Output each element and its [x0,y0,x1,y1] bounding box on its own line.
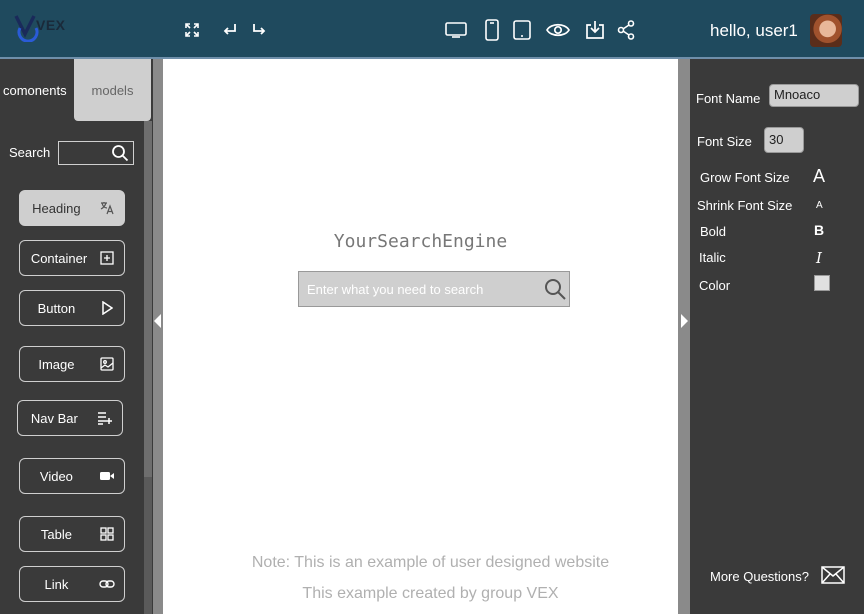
search-icon[interactable] [111,144,129,167]
component-table-button[interactable]: Table [19,516,125,552]
component-heading-button[interactable]: Heading [19,190,125,226]
search-label: Search [9,145,51,160]
font-name-input[interactable]: Mnoaco [769,84,859,107]
user-greeting: hello, user1 [710,21,798,40]
font-size-label: Font Size [697,134,752,149]
left-panel-collapse-bar[interactable] [153,59,163,614]
user-avatar[interactable] [810,14,842,47]
components-panel: comonents models Search Heading Containe… [0,59,153,614]
search-icon[interactable] [543,277,567,306]
download-icon[interactable] [583,18,607,42]
tablet-icon[interactable] [510,18,534,42]
component-label: Nav Bar [30,410,78,426]
redo-icon[interactable] [247,18,271,42]
component-label: Video [39,468,73,484]
fullscreen-icon[interactable] [180,18,204,42]
more-questions-link[interactable]: More Questions? [710,569,809,584]
scrollbar-thumb[interactable] [144,121,152,477]
preview-icon[interactable] [546,18,570,42]
share-icon[interactable] [614,18,638,42]
list-add-icon [96,409,114,427]
component-image-button[interactable]: Image [19,346,125,382]
shrink-font-icon[interactable]: A [816,200,823,211]
credit-text: This example created by group VEX [302,585,559,602]
tab-components[interactable]: comonents [0,59,74,121]
component-container-button[interactable]: Container [19,240,125,276]
font-name-label: Font Name [696,91,761,106]
note-text: Note: This is an example of user designe… [251,554,610,571]
bold-icon[interactable]: B [814,222,824,238]
design-canvas[interactable]: YourSearchEngine Enter what you need to … [163,59,678,614]
image-icon [98,355,116,373]
component-label: Link [44,576,69,592]
component-search-input[interactable] [58,141,134,165]
video-icon [98,467,116,485]
bold-label: Bold [700,224,727,239]
grow-font-size-label: Grow Font Size [700,170,790,185]
mobile-icon[interactable] [480,18,504,42]
top-bar: VEX hello, user1 [0,0,864,59]
collapse-left-arrow-icon[interactable] [154,314,161,328]
color-label: Color [699,278,731,293]
grow-font-icon[interactable]: A [813,166,825,187]
color-swatch[interactable] [814,275,830,291]
component-label: Image [38,356,75,372]
grid-plus-icon [98,249,116,267]
canvas-heading[interactable]: YourSearchEngine [163,231,678,252]
right-panel-collapse-bar[interactable] [678,59,690,614]
italic-label: Italic [699,250,726,265]
component-label: Button [37,300,76,316]
properties-panel: Font Name Mnoaco Font Size 30 Grow Font … [690,59,864,614]
font-size-input[interactable]: 30 [764,127,804,153]
vex-logo[interactable]: VEX [12,12,72,46]
component-navbar-button[interactable]: Nav Bar [17,400,123,436]
play-icon [98,299,116,317]
search-placeholder: Enter what you need to search [307,282,484,297]
translate-icon [98,199,116,217]
tab-models[interactable]: models [74,59,151,121]
component-link-button[interactable]: Link [19,566,125,602]
canvas-search-input[interactable]: Enter what you need to search [298,271,570,307]
component-video-button[interactable]: Video [19,458,125,494]
component-label: Table [40,526,72,542]
table-icon [98,525,116,543]
logo-text: VEX [36,17,66,33]
mail-icon[interactable] [821,566,845,587]
component-label: Container [30,250,88,266]
italic-icon[interactable]: I [816,249,822,267]
shrink-font-size-label: Shrink Font Size [697,198,793,213]
undo-icon[interactable] [218,18,242,42]
link-icon [98,575,116,593]
collapse-right-arrow-icon[interactable] [681,314,688,328]
desktop-icon[interactable] [444,18,468,42]
component-label: Heading [32,200,81,216]
component-button-button[interactable]: Button [19,290,125,326]
